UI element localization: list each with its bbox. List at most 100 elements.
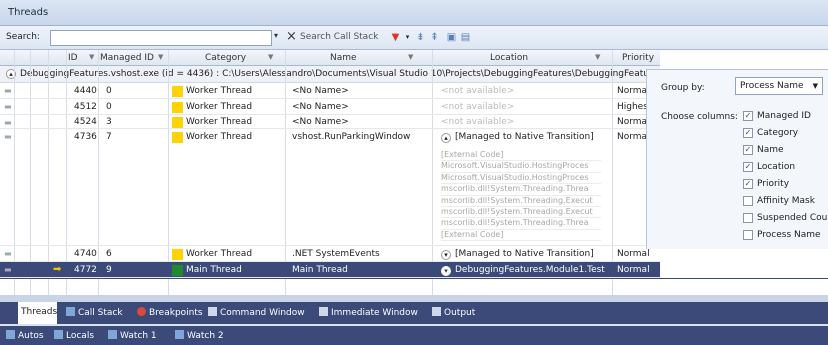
filter-managed-id-icon[interactable]: ▼ [158, 53, 163, 61]
column-checkbox-category[interactable]: ✓ Category [743, 127, 828, 141]
filter-location-icon[interactable]: ▼ [595, 53, 600, 61]
managed-id: 3 [106, 117, 112, 127]
call-stack-frame[interactable]: [External Code] [441, 230, 601, 242]
table-row[interactable]: ▬ 4736 7 Worker Thread vshost.RunParking… [0, 129, 660, 246]
managed-id: 9 [106, 265, 112, 275]
tab-watch-1[interactable]: Watch 1 [108, 330, 157, 341]
flag-icon[interactable]: ▬ [4, 133, 12, 141]
tab-autos[interactable]: Autos [6, 330, 44, 341]
managed-id: 6 [106, 249, 112, 259]
col-name-header[interactable]: Name [330, 53, 357, 63]
grid-header: ID Managed ID Category Name Location Pri… [0, 50, 660, 66]
column-checkbox-suspended-count[interactable]: Suspended Count [743, 212, 828, 226]
category: Main Thread [186, 265, 242, 275]
thread-name: vshost.RunParkingWindow [292, 132, 411, 142]
thread-name: <No Name> [292, 86, 349, 96]
output-icon [432, 307, 441, 316]
call-stack-frame[interactable]: Microsoft.VisualStudio.HostingProces [441, 173, 601, 185]
thread-id: 4524 [74, 117, 97, 127]
column-checkbox-process-name[interactable]: Process Name [743, 229, 828, 243]
column-checkbox-priority[interactable]: ✓ Priority [743, 178, 828, 192]
thread-id: 4736 [74, 132, 97, 142]
thread-name: Main Thread [292, 265, 348, 275]
tab-watch-2[interactable]: Watch 2 [175, 330, 224, 341]
call-stack-frame[interactable]: [External Code] [441, 150, 601, 162]
column-checkbox-affinity-mask[interactable]: Affinity Mask [743, 195, 828, 209]
expand-callstack-icon[interactable]: ▾ [441, 266, 451, 276]
tab-locals[interactable]: Locals [54, 330, 94, 341]
threads-window: Threads Search: ▾ × Search Call Stack ▼ … [0, 0, 828, 345]
call-stack-frame[interactable]: mscorlib.dll!System.Threading.Threa [441, 184, 601, 196]
immediate-window-icon [319, 307, 328, 316]
column-checkbox-location[interactable]: ✓ Location [743, 161, 828, 175]
collapse-callstacks-icon[interactable]: ⇞ [428, 31, 441, 44]
column-checkbox-name[interactable]: ✓ Name [743, 144, 828, 158]
group-by-select[interactable]: Process Name ▼ [735, 77, 823, 95]
tab-call-stack[interactable]: Call Stack [66, 307, 123, 318]
column-checkbox-managed-id[interactable]: ✓ Managed ID [743, 110, 828, 124]
thread-id: 4740 [74, 249, 97, 259]
category: Worker Thread [186, 117, 253, 127]
search-input[interactable] [50, 30, 272, 46]
thread-id: 4772 [74, 265, 97, 275]
table-row[interactable]: ▬ 4524 3 Worker Thread <No Name> <not av… [0, 115, 660, 129]
category: Worker Thread [186, 102, 253, 112]
flag-icon[interactable]: ▬ [4, 87, 12, 95]
col-category-header[interactable]: Category [205, 53, 246, 63]
call-stack-frame[interactable]: mscorlib.dll!System.Threading.Threa [441, 218, 601, 230]
autos-icon [6, 330, 15, 339]
filter-category-icon[interactable]: ▼ [268, 53, 273, 61]
location: [Managed to Native Transition] [455, 249, 594, 259]
sort-id-icon[interactable]: ▼ [89, 53, 94, 61]
location: DebuggingFeatures.Module1.Test [455, 265, 605, 275]
column-options-icon[interactable]: ▣ [445, 31, 458, 44]
thread-id: 4440 [74, 86, 97, 96]
tab-breakpoints[interactable]: Breakpoints [137, 307, 203, 318]
bottom-tab-strip: Threads Call Stack Breakpoints Command W… [0, 302, 828, 324]
group-options-icon[interactable]: ▤ [459, 31, 472, 44]
process-group-row[interactable]: ▴ DebuggingFeatures.vshost.exe (id = 443… [0, 66, 660, 83]
col-id-header[interactable]: ID [68, 53, 78, 63]
category: Worker Thread [186, 249, 253, 259]
watch-icon [108, 330, 117, 339]
location: <not available> [441, 102, 515, 112]
search-call-stack-button[interactable]: Search Call Stack [300, 32, 378, 42]
call-stack-frame[interactable]: Microsoft.VisualStudio.HostingProces [441, 161, 601, 173]
window-title-bar: Threads [0, 0, 828, 26]
location: <not available> [441, 86, 515, 96]
location: [Managed to Native Transition] [455, 132, 594, 142]
tab-command-window[interactable]: Command Window [208, 307, 305, 318]
col-managed-id-header[interactable]: Managed ID [100, 53, 154, 63]
table-row[interactable]: ▬ 4740 6 Worker Thread .NET SystemEvents… [0, 246, 660, 262]
filter-name-icon[interactable]: ▼ [408, 53, 413, 61]
collapse-callstack-icon[interactable]: ▴ [441, 133, 451, 143]
priority: Normal [617, 265, 650, 275]
location: <not available> [441, 117, 515, 127]
flag-icon[interactable]: ▬ [4, 119, 12, 127]
category-color-icon [172, 102, 183, 113]
flag-icon[interactable]: ▬ [4, 250, 12, 258]
tab-threads[interactable]: Threads [21, 307, 57, 317]
tab-output[interactable]: Output [432, 307, 475, 318]
flag-icon[interactable]: ▬ [4, 266, 12, 274]
col-location-header[interactable]: Location [490, 53, 528, 63]
table-row[interactable]: ▬ 4512 0 Worker Thread <No Name> <not av… [0, 99, 660, 115]
flag-icon[interactable]: ▬ [4, 103, 12, 111]
filter-dropdown-icon[interactable]: ▾ [401, 31, 414, 44]
priority: Normal [617, 249, 650, 259]
col-priority-header[interactable]: Priority [622, 53, 654, 63]
expand-callstacks-icon[interactable]: ⇟ [414, 31, 427, 44]
expand-callstack-icon[interactable]: ▾ [441, 250, 451, 260]
clear-search-icon[interactable]: × [286, 29, 298, 45]
call-stack-frame[interactable]: mscorlib.dll!System.Threading.Execut [441, 196, 601, 208]
tab-immediate-window[interactable]: Immediate Window [319, 307, 418, 318]
threads-toolbar: Search: ▾ × Search Call Stack ▼ ▾ ⇟ ⇞ ▣ … [0, 26, 828, 50]
thread-name: .NET SystemEvents [292, 249, 380, 259]
search-dropdown-icon[interactable]: ▾ [274, 31, 283, 43]
call-stack-icon [66, 307, 75, 316]
table-row-selected[interactable]: ▬ ➡ 4772 9 Main Thread Main Thread ▾ Deb… [0, 262, 660, 278]
call-stack-frame[interactable]: mscorlib.dll!System.Threading.Execut [441, 207, 601, 219]
category: Worker Thread [186, 86, 253, 96]
managed-id: 0 [106, 102, 112, 112]
table-row[interactable]: ▬ 4440 0 Worker Thread <No Name> <not av… [0, 83, 660, 99]
